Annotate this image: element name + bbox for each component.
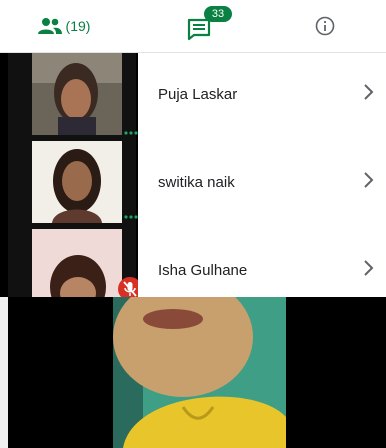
participant-row[interactable]: Puja Laskar <box>138 53 386 135</box>
side-strip <box>0 297 8 448</box>
chevron-right-icon <box>364 260 374 276</box>
participant-video-thumbnail[interactable] <box>32 229 122 311</box>
tab-info[interactable] <box>300 0 350 52</box>
people-count: (19) <box>65 18 91 34</box>
chevron-right-icon <box>364 84 374 100</box>
tab-bar: (19) 33 <box>0 0 386 53</box>
people-icon <box>37 18 62 34</box>
more-options-icon[interactable] <box>124 206 138 219</box>
tab-chat[interactable]: 33 <box>170 0 232 52</box>
participant-list: Puja Laskar switika naik Isha Gulhane <box>138 53 386 297</box>
tab-people[interactable]: (19) <box>14 0 114 52</box>
info-icon <box>315 16 335 36</box>
participant-name: switika naik <box>158 173 235 191</box>
chevron-right-icon <box>364 172 374 188</box>
more-options-icon[interactable] <box>124 122 138 135</box>
participant-row[interactable]: switika naik <box>138 141 386 223</box>
participant-video-thumbnail[interactable] <box>32 53 122 135</box>
main-video[interactable] <box>113 297 286 448</box>
participant-thumbnails <box>8 53 142 311</box>
chat-unread-badge: 33 <box>204 6 232 22</box>
participant-video-thumbnail[interactable] <box>32 141 122 223</box>
participant-name: Puja Laskar <box>158 85 238 103</box>
participant-name: Isha Gulhane <box>158 261 248 279</box>
